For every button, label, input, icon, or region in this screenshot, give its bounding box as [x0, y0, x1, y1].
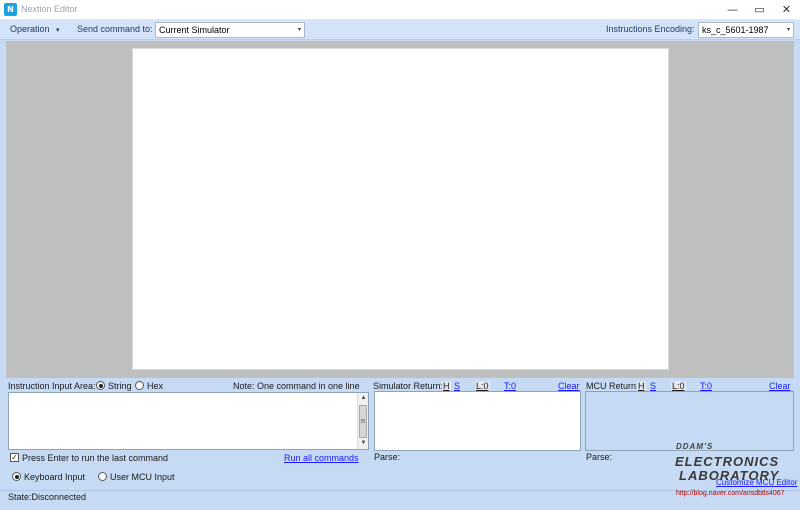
string-mode-label: String [108, 381, 132, 391]
sim-hex-toggle[interactable]: H [442, 381, 451, 391]
user-mcu-input-label: User MCU Input [110, 472, 175, 482]
encoding-select[interactable]: ks_c_5601-1987 ▾ [698, 22, 794, 38]
instruction-input-label: Instruction Input Area: [8, 381, 96, 391]
nextion-logo-icon: N [4, 3, 17, 16]
operation-menu-label: Operation [10, 24, 50, 34]
mcu-return-label: MCU Return: [586, 381, 639, 391]
watermark-line-3: LABORATORY [679, 468, 780, 483]
keyboard-input-radio[interactable] [12, 472, 21, 481]
watermark-logo: DDAM'S ELECTRONICS LABORATORY http://blo… [673, 442, 797, 500]
instruction-input[interactable]: ▲ ▼ [8, 392, 369, 450]
mcu-hex-toggle[interactable]: H [637, 381, 646, 391]
mcu-clear-link[interactable]: Clear [769, 381, 791, 391]
run-all-commands-link[interactable]: Run all commands [284, 453, 359, 463]
scroll-up-icon[interactable]: ▲ [358, 394, 369, 403]
simulator-canvas-area [6, 41, 794, 378]
scroll-down-icon[interactable]: ▼ [358, 439, 369, 448]
press-enter-checkbox[interactable]: ✓ [10, 453, 19, 462]
sim-line-count[interactable]: L:0 [475, 381, 490, 391]
close-button[interactable]: ✕ [773, 0, 800, 20]
sim-parse-label: Parse: [374, 452, 401, 462]
operation-menu[interactable]: Operation ▾ [10, 24, 60, 34]
simulator-return-output[interactable] [374, 391, 581, 451]
mcu-parse-label: Parse: [586, 452, 613, 462]
watermark-line-2: ELECTRONICS [675, 454, 780, 469]
connection-state: State:Disconnected [8, 492, 87, 502]
toolbar: Operation ▾ Send command to: Current Sim… [0, 20, 800, 40]
simulator-return-label: Simulator Return: [373, 381, 444, 391]
mcu-string-toggle[interactable]: S [650, 381, 656, 391]
chevron-down-icon: ▾ [56, 27, 60, 34]
encoding-label: Instructions Encoding: [606, 24, 695, 34]
string-mode-radio[interactable] [96, 381, 105, 390]
send-command-label: Send command to: [77, 24, 153, 34]
send-command-value: Current Simulator [159, 25, 230, 35]
hex-mode-radio[interactable] [135, 381, 144, 390]
user-mcu-input-radio[interactable] [98, 472, 107, 481]
minimize-button[interactable]: — [719, 0, 746, 20]
sim-string-toggle[interactable]: S [454, 381, 460, 391]
chevron-down-icon: ▾ [297, 27, 301, 33]
mcu-total-count[interactable]: T:0 [700, 381, 712, 391]
press-enter-label: Press Enter to run the last command [22, 453, 169, 463]
encoding-value: ks_c_5601-1987 [702, 25, 769, 35]
maximize-button[interactable]: ▭ [746, 0, 773, 20]
sim-total-count[interactable]: T:0 [504, 381, 516, 391]
watermark-line-1: DDAM'S [676, 442, 714, 451]
hex-mode-label: Hex [147, 381, 164, 391]
keyboard-input-label: Keyboard Input [24, 472, 86, 482]
title-bar: N Nextion Editor — ▭ ✕ [0, 0, 800, 20]
chevron-down-icon: ▾ [786, 27, 790, 33]
sim-clear-link[interactable]: Clear [558, 381, 580, 391]
scroll-thumb[interactable] [359, 405, 367, 438]
note-text: Note: One command in one line [233, 381, 360, 391]
scrollbar[interactable]: ▲ ▼ [357, 393, 368, 449]
watermark-url: http://blog.naver.com/ansdbtls4067 [676, 490, 785, 497]
simulator-screen[interactable] [132, 48, 669, 370]
send-command-select[interactable]: Current Simulator ▾ [155, 22, 305, 38]
window-title: Nextion Editor [21, 4, 78, 14]
mcu-line-count[interactable]: L:0 [671, 381, 686, 391]
